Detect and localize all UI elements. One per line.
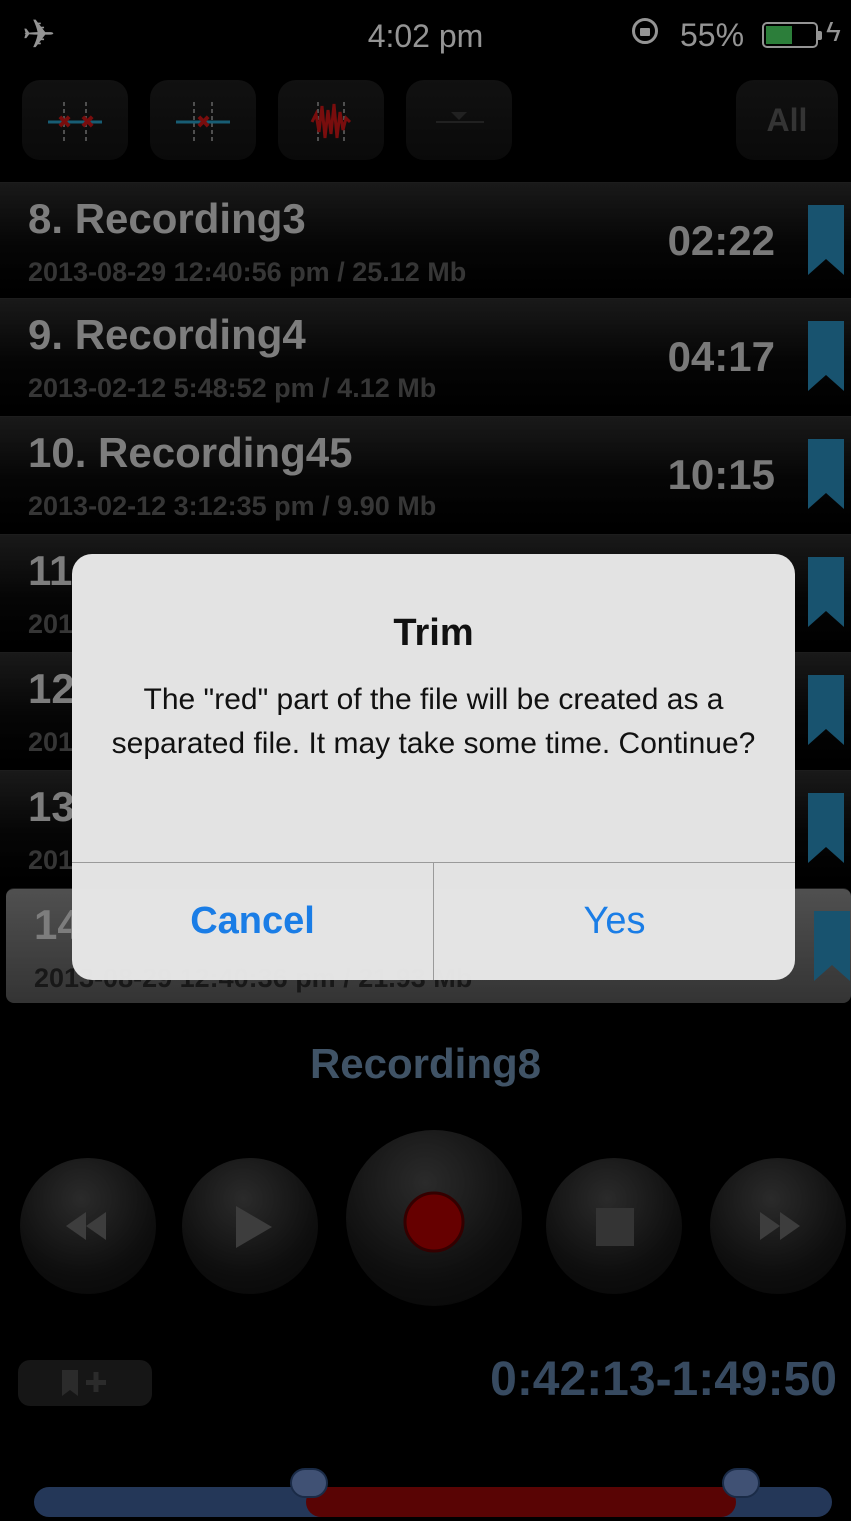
cancel-button[interactable]: Cancel <box>72 863 433 980</box>
yes-button[interactable]: Yes <box>434 863 795 980</box>
alert-title: Trim <box>393 612 474 654</box>
trim-alert-dialog: Trim The "red" part of the file will be … <box>72 554 795 980</box>
alert-message: The "red" part of the file will be creat… <box>111 683 756 760</box>
